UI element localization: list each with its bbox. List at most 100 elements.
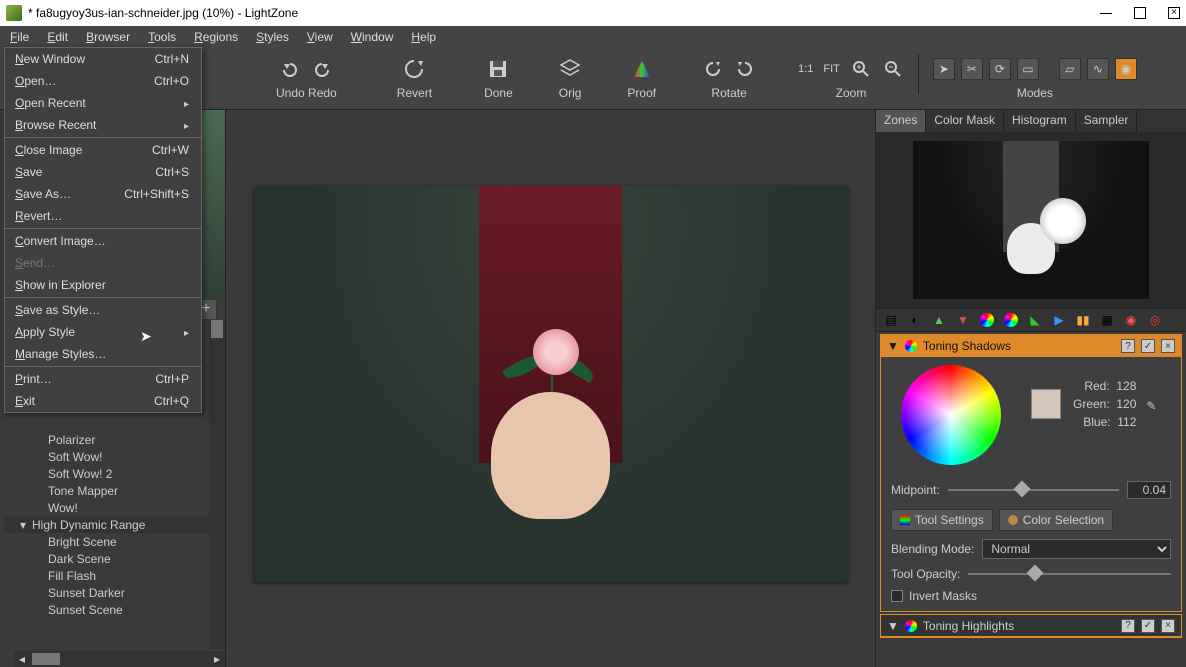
layers-icon: [559, 58, 581, 80]
modes-group: ➤ ✂ ⟳ ▭ ▱ ∿ ◉ Modes: [933, 54, 1137, 100]
close-window-button[interactable]: ×: [1168, 7, 1180, 19]
file-menu-item[interactable]: Save As…Ctrl+Shift+S: [5, 183, 201, 205]
close-panel-button[interactable]: ×: [1161, 619, 1175, 633]
file-menu-item[interactable]: Browse Recent: [5, 114, 201, 136]
tab-sampler[interactable]: Sampler: [1076, 110, 1138, 132]
list-item[interactable]: Soft Wow! 2: [4, 465, 221, 482]
subtab-tool-settings[interactable]: Tool Settings: [891, 509, 993, 531]
file-menu-item[interactable]: Revert…: [5, 205, 201, 227]
tab-color-mask[interactable]: Color Mask: [926, 110, 1004, 132]
rotate-right-icon[interactable]: [734, 58, 756, 80]
close-panel-button[interactable]: ×: [1161, 339, 1175, 353]
file-menu-item[interactable]: Manage Styles…: [5, 343, 201, 365]
tab-histogram[interactable]: Histogram: [1004, 110, 1076, 132]
clone-icon[interactable]: ▦: [1098, 311, 1116, 329]
proof-group[interactable]: Proof: [627, 54, 656, 100]
redeye-icon[interactable]: ◎: [1146, 311, 1164, 329]
maximize-button[interactable]: [1134, 7, 1146, 19]
zoom-1to1[interactable]: 1:1: [798, 63, 813, 75]
list-item[interactable]: Sunset Scene: [4, 601, 221, 618]
menu-regions[interactable]: Regions: [194, 30, 238, 44]
crop-mode-icon[interactable]: ✂: [961, 58, 983, 80]
list-item[interactable]: Bright Scene: [4, 533, 221, 550]
color-wheel[interactable]: [901, 365, 1001, 465]
redo-icon[interactable]: [311, 58, 333, 80]
list-item[interactable]: Sunset Darker: [4, 584, 221, 601]
black-white-icon[interactable]: ▶: [1050, 311, 1068, 329]
file-menu-item[interactable]: Convert Image…: [5, 230, 201, 252]
minimize-button[interactable]: [1100, 13, 1112, 14]
rotate-left-icon[interactable]: [702, 58, 724, 80]
spot-icon[interactable]: ◉: [1122, 311, 1140, 329]
enable-checkbox[interactable]: ✓: [1141, 619, 1155, 633]
file-menu-item[interactable]: Open Recent: [5, 92, 201, 114]
file-menu-item[interactable]: Apply Style: [5, 321, 201, 343]
undo-icon[interactable]: [279, 58, 301, 80]
menu-browser[interactable]: Browser: [86, 30, 130, 44]
menu-styles[interactable]: Styles: [256, 30, 289, 44]
revert-group[interactable]: Revert: [397, 54, 432, 100]
blur-icon[interactable]: ▼: [954, 311, 972, 329]
zoom-out-icon[interactable]: [882, 58, 904, 80]
file-menu-item[interactable]: Show in Explorer: [5, 274, 201, 296]
menu-window[interactable]: Window: [351, 30, 394, 44]
eyedropper-icon[interactable]: ✎: [1146, 399, 1156, 413]
help-button[interactable]: ?: [1121, 339, 1135, 353]
enable-checkbox[interactable]: ✓: [1141, 339, 1155, 353]
blending-select[interactable]: Normal: [982, 539, 1171, 559]
titlebar: * fa8ugyoy3us-ian-schneider.jpg (10%) - …: [0, 0, 1186, 26]
style-group-header[interactable]: ▾High Dynamic Range: [4, 516, 221, 533]
opacity-slider[interactable]: [968, 573, 1171, 575]
zonemapper-icon[interactable]: ▤: [882, 311, 900, 329]
sharpen-icon[interactable]: ▲: [930, 311, 948, 329]
pointer-mode-icon[interactable]: ➤: [933, 58, 955, 80]
region-mode-icon[interactable]: ▭: [1017, 58, 1039, 80]
file-menu-item[interactable]: Open…Ctrl+O: [5, 70, 201, 92]
list-item[interactable]: Wow!: [4, 499, 221, 516]
window-buttons: ×: [1100, 7, 1180, 19]
hscroll-left-button[interactable]: ◂: [14, 651, 30, 667]
subtab-color-selection[interactable]: Color Selection: [999, 509, 1113, 531]
zoom-in-icon[interactable]: [850, 58, 872, 80]
toning-highlights-header[interactable]: ▼ Toning Highlights ? ✓ ×: [881, 615, 1181, 637]
color-balance-icon[interactable]: [1002, 311, 1020, 329]
rotate-mode-icon[interactable]: ⟳: [989, 58, 1011, 80]
toning-shadows-header[interactable]: ▼ Toning Shadows ? ✓ ×: [881, 335, 1181, 357]
list-item[interactable]: Tone Mapper: [4, 482, 221, 499]
styles-hscrollbar[interactable]: [30, 651, 209, 667]
file-menu-item[interactable]: New WindowCtrl+N: [5, 48, 201, 70]
zone-preview: [876, 132, 1186, 308]
menu-view[interactable]: View: [307, 30, 333, 44]
relight-icon[interactable]: ◐: [906, 311, 924, 329]
list-item[interactable]: Dark Scene: [4, 550, 221, 567]
hscroll-right-button[interactable]: ▸: [209, 651, 225, 667]
midpoint-input[interactable]: [1127, 481, 1171, 499]
midpoint-slider[interactable]: [948, 489, 1119, 491]
white-balance-icon[interactable]: ◣: [1026, 311, 1044, 329]
file-menu-item[interactable]: Print…Ctrl+P: [5, 368, 201, 390]
file-menu-item[interactable]: SaveCtrl+S: [5, 161, 201, 183]
help-button[interactable]: ?: [1121, 619, 1135, 633]
orig-group[interactable]: Orig: [559, 54, 582, 100]
list-item[interactable]: Fill Flash: [4, 567, 221, 584]
zoom-fit[interactable]: FIT: [823, 63, 840, 75]
tab-zones[interactable]: Zones: [876, 110, 926, 132]
list-item[interactable]: Polarizer: [4, 431, 221, 448]
list-item[interactable]: Soft Wow!: [4, 448, 221, 465]
hue-sat-icon[interactable]: [978, 311, 996, 329]
polygon-mode-icon[interactable]: ▱: [1059, 58, 1081, 80]
noise-reduce-icon[interactable]: ▮▮: [1074, 311, 1092, 329]
menu-file[interactable]: File: [10, 30, 29, 44]
toning-highlights-panel: ▼ Toning Highlights ? ✓ ×: [880, 614, 1182, 638]
menu-edit[interactable]: Edit: [47, 30, 68, 44]
menu-help[interactable]: Help: [411, 30, 436, 44]
invert-masks-checkbox[interactable]: Invert Masks: [891, 589, 1171, 603]
done-group[interactable]: Done: [484, 54, 513, 100]
file-menu-item[interactable]: ExitCtrl+Q: [5, 390, 201, 412]
curve-mode-icon[interactable]: ∿: [1087, 58, 1109, 80]
active-mode-icon[interactable]: ◉: [1115, 58, 1137, 80]
file-menu-item[interactable]: Save as Style…: [5, 299, 201, 321]
file-menu-item[interactable]: Close ImageCtrl+W: [5, 139, 201, 161]
menu-tools[interactable]: Tools: [148, 30, 176, 44]
image-canvas[interactable]: [226, 110, 876, 667]
